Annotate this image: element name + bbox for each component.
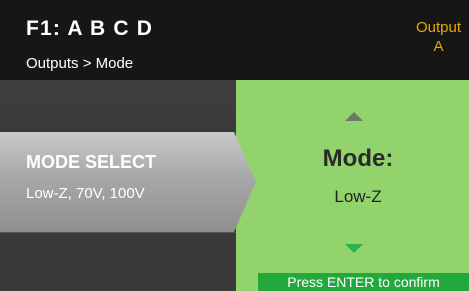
device-screen: F1: A B C D Outputs > Mode Output A MODE… — [0, 0, 469, 291]
breadcrumb: Outputs > Mode — [26, 55, 134, 72]
mode-value[interactable]: Low-Z — [258, 187, 458, 207]
menu-item-highlight-shape — [0, 132, 256, 232]
confirm-hint-bar: Press ENTER to confirm — [258, 273, 469, 291]
output-label: Output — [415, 19, 461, 36]
triangle-down-icon[interactable] — [345, 244, 363, 253]
device-title: F1: A B C D — [26, 17, 154, 40]
output-indicator: Output A — [416, 18, 461, 56]
triangle-up-icon[interactable] — [345, 112, 363, 121]
menu-item-options: Low-Z, 70V, 100V — [26, 185, 145, 202]
menu-divider — [0, 232, 236, 233]
menu-item-mode-select[interactable] — [0, 132, 256, 232]
menu-item-label: MODE SELECT — [26, 152, 157, 172]
mode-title: Mode: — [322, 145, 394, 172]
output-value: A — [433, 38, 444, 55]
header-bar: F1: A B C D Outputs > Mode Output A — [0, 0, 469, 80]
